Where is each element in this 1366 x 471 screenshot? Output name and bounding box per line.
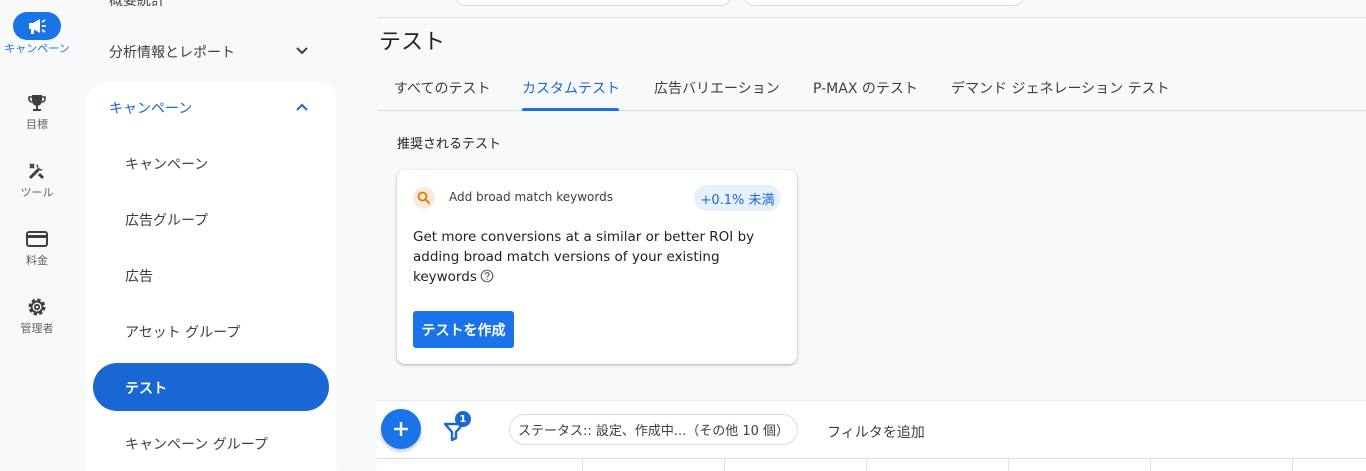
tab-custom-experiments[interactable]: カスタムテスト	[522, 78, 620, 98]
chevron-up-icon[interactable]	[292, 97, 312, 117]
column-divider	[1292, 459, 1293, 471]
campaign-section-card	[86, 83, 337, 471]
column-divider	[866, 459, 867, 471]
plus-icon	[394, 422, 408, 436]
rail-item-campaigns[interactable]: キャンペーン	[0, 12, 74, 55]
filter-bar: 1 ステータス:: 設定、作成中...（その他 10 個） フィルタを追加	[377, 400, 1366, 458]
table-header	[377, 458, 1366, 471]
tab-demand-gen-experiments[interactable]: デマンド ジェネレーション テスト	[951, 78, 1170, 98]
active-tab-indicator	[522, 108, 619, 111]
recommended-experiments-title: 推奨されるテスト	[397, 137, 502, 152]
sidebar-item-experiments[interactable]: テスト	[125, 378, 167, 398]
sidebar-item-ad-groups[interactable]: 広告グループ	[125, 210, 208, 230]
tab-ad-variations[interactable]: 広告バリエーション	[654, 78, 780, 98]
megaphone-icon	[13, 12, 61, 40]
rail-label-tools: ツール	[20, 186, 54, 199]
sidebar-item-campaigns[interactable]: キャンペーン	[125, 154, 208, 174]
create-experiment-button[interactable]: テストを作成	[413, 311, 514, 348]
app-root: キャンペーン 目標 ツール 料金 管理者 概要統計 分析情報とレポート キャンペ…	[0, 0, 1366, 471]
top-toolbar	[377, 0, 1366, 18]
status-filter-chip[interactable]: ステータス:: 設定、作成中...（その他 10 個）	[509, 414, 798, 445]
top-selector-chip[interactable]	[455, 0, 731, 6]
tab-pmax-experiments[interactable]: P-MAX のテスト	[813, 78, 918, 98]
gear-icon	[26, 294, 48, 320]
top-selector-chip[interactable]	[744, 0, 1024, 6]
add-filter-button[interactable]: フィルタを追加	[827, 422, 925, 442]
main-content: テスト すべてのテスト カスタムテスト 広告バリエーション P-MAX のテスト…	[377, 0, 1366, 471]
search-icon	[413, 187, 435, 209]
page-title: テスト	[379, 30, 446, 55]
card-heading: Add broad match keywords	[449, 190, 613, 204]
rail-label-campaigns: キャンペーン	[4, 42, 70, 55]
impact-badge: +0.1% 未満	[694, 185, 781, 211]
credit-card-icon	[26, 226, 48, 252]
sidebar: 概要統計 分析情報とレポート キャンペーン キャンペーン 広告グループ 広告 ア…	[74, 0, 377, 471]
sidebar-item-asset-groups[interactable]: アセット グループ	[125, 322, 240, 342]
rail-item-goals[interactable]: 目標	[0, 90, 74, 131]
sidebar-item-ads[interactable]: 広告	[125, 266, 153, 286]
tools-icon	[27, 158, 47, 184]
add-button[interactable]	[381, 409, 421, 449]
rail-item-billing[interactable]: 料金	[0, 226, 74, 267]
column-divider	[1008, 459, 1009, 471]
tab-bar: すべてのテスト カスタムテスト 広告バリエーション P-MAX のテスト デマン…	[377, 64, 1366, 111]
rail-label-goals: 目標	[26, 118, 48, 131]
rail-item-admin[interactable]: 管理者	[0, 294, 74, 335]
rail-item-tools[interactable]: ツール	[0, 158, 74, 199]
tab-all-experiments[interactable]: すべてのテスト	[394, 78, 490, 98]
left-rail: キャンペーン 目標 ツール 料金 管理者	[0, 0, 74, 471]
column-divider	[1150, 459, 1151, 471]
column-divider	[724, 459, 725, 471]
rail-label-billing: 料金	[26, 254, 48, 267]
sidebar-item-overview[interactable]: 概要統計	[109, 0, 165, 10]
card-description: Get more conversions at a similar or bet…	[413, 227, 773, 287]
sidebar-item-campaign-groups[interactable]: キャンペーン グループ	[125, 434, 268, 454]
help-icon[interactable]	[480, 269, 494, 283]
sidebar-item-analytics[interactable]: 分析情報とレポート	[109, 42, 235, 62]
trophy-icon	[27, 90, 47, 116]
filter-count-badge: 1	[455, 411, 471, 427]
rail-label-admin: 管理者	[20, 322, 54, 335]
column-divider	[582, 459, 583, 471]
sidebar-section-campaigns[interactable]: キャンペーン	[109, 98, 192, 118]
card-description-text: Get more conversions at a similar or bet…	[413, 229, 755, 285]
recommended-experiment-card: Add broad match keywords +0.1% 未満 Get mo…	[397, 170, 797, 364]
chevron-down-icon[interactable]	[292, 41, 312, 61]
